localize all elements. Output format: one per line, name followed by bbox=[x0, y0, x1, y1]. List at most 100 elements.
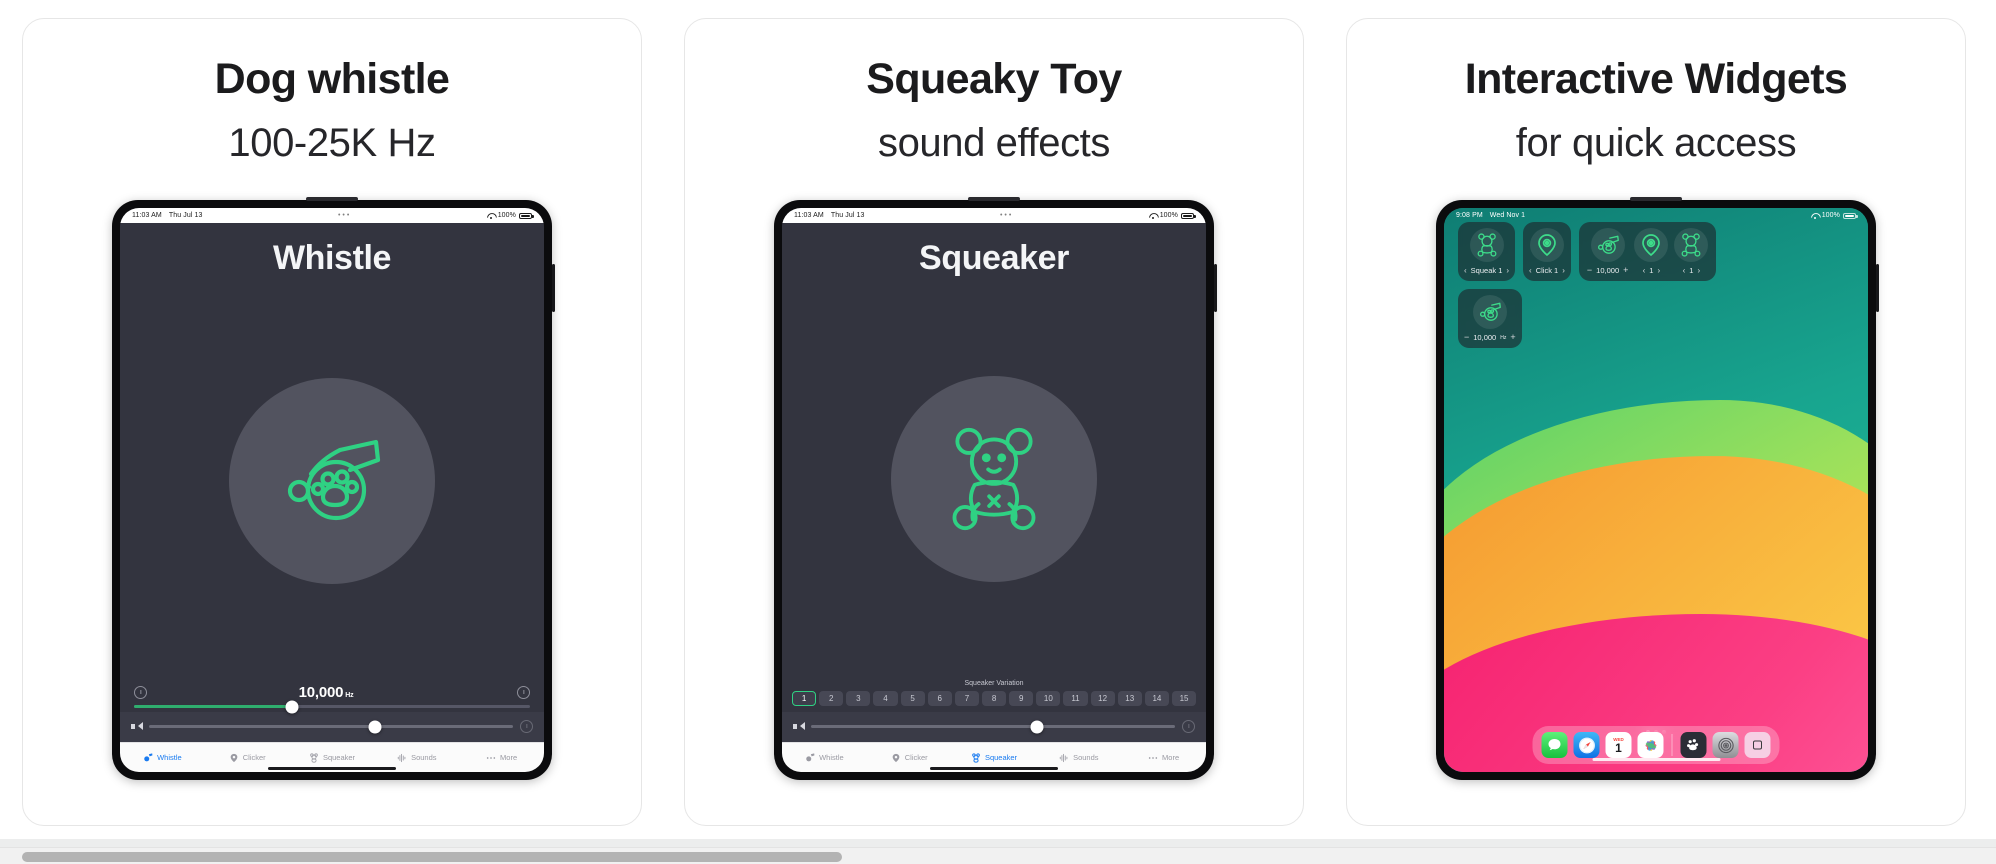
variation-chip[interactable]: 2 bbox=[819, 691, 844, 707]
dog-whistle-paw-icon bbox=[1472, 295, 1507, 330]
teddy-bear-icon bbox=[1674, 228, 1709, 263]
variation-picker: Squeaker Variation 1 2 3 4 5 6 7 8 9 10 11 12 13 14 15 bbox=[782, 680, 1206, 712]
clicker-icon bbox=[891, 753, 901, 763]
tab-clicker[interactable]: Clicker bbox=[867, 753, 952, 763]
status-dots: ••• bbox=[999, 212, 1014, 220]
variation-chip[interactable]: 13 bbox=[1117, 691, 1142, 707]
squeak-widget[interactable]: ‹ Squeak 1 › bbox=[1458, 222, 1516, 282]
wifi-icon bbox=[487, 212, 495, 220]
ipad-device-1: 11:03 AM Thu Jul 13 ••• 100% Whistle 10,… bbox=[112, 197, 555, 781]
tab-squeaker[interactable]: Squeaker bbox=[290, 753, 375, 763]
widget-unit: Hz bbox=[1500, 334, 1507, 341]
variation-chip[interactable]: 5 bbox=[900, 691, 925, 707]
prev-button[interactable]: ‹ bbox=[1643, 266, 1646, 275]
next-button[interactable]: › bbox=[1506, 266, 1509, 275]
variation-chip[interactable]: 15 bbox=[1171, 691, 1197, 707]
teddy-bear-icon bbox=[942, 425, 1046, 533]
variation-chip[interactable]: 10 bbox=[1036, 691, 1061, 707]
tab-whistle[interactable]: Whistle bbox=[782, 753, 867, 763]
tab-bar[interactable]: Whistle Clicker Squeaker Sounds More bbox=[782, 742, 1206, 773]
messages-app[interactable] bbox=[1541, 732, 1568, 759]
plus-button[interactable]: + bbox=[1510, 333, 1515, 342]
photos-app[interactable] bbox=[1637, 732, 1664, 759]
home-indicator bbox=[268, 767, 396, 771]
prev-button[interactable]: ‹ bbox=[1464, 266, 1467, 275]
tab-whistle[interactable]: Whistle bbox=[120, 753, 205, 763]
minus-button[interactable]: − bbox=[1587, 266, 1592, 275]
status-bar: 11:03 AM Thu Jul 13 ••• 100% bbox=[120, 208, 544, 224]
variation-chip[interactable]: 3 bbox=[846, 691, 871, 707]
next-button[interactable]: › bbox=[1657, 266, 1660, 275]
plus-button[interactable]: + bbox=[1623, 266, 1628, 275]
prev-button[interactable]: ‹ bbox=[1529, 266, 1532, 275]
card-title: Interactive Widgets bbox=[1464, 55, 1848, 103]
variation-chip[interactable]: 7 bbox=[954, 691, 979, 707]
card-subtitle: sound effects bbox=[877, 121, 1110, 166]
horizontal-scrollbar[interactable] bbox=[0, 847, 1996, 864]
minus-button[interactable]: − bbox=[1464, 333, 1469, 342]
info-icon[interactable] bbox=[517, 686, 530, 700]
variation-chip[interactable]: 11 bbox=[1063, 691, 1088, 707]
calendar-app[interactable]: WED 1 bbox=[1605, 732, 1632, 759]
volume-slider[interactable] bbox=[149, 720, 513, 734]
screenshot-card-3[interactable]: Interactive Widgets for quick access 9:0… bbox=[1346, 18, 1966, 826]
ipad-screen-1: 11:03 AM Thu Jul 13 ••• 100% Whistle 10,… bbox=[120, 208, 544, 773]
variation-chip[interactable]: 1 bbox=[792, 691, 817, 707]
screenshot-gallery[interactable]: Dog whistle 100-25K Hz 11:03 AM Thu Jul … bbox=[0, 0, 1996, 840]
volume-settings-icon[interactable] bbox=[520, 720, 533, 734]
app-body: Squeaker Squeaker Variation 1 2 3 4 5 6 … bbox=[782, 223, 1206, 743]
card-title: Dog whistle bbox=[214, 55, 450, 103]
variation-chip[interactable]: 9 bbox=[1009, 691, 1034, 707]
tab-label: Clicker bbox=[242, 753, 266, 763]
play-squeaker-button[interactable] bbox=[891, 376, 1097, 583]
frequency-unit: Hz bbox=[345, 692, 354, 700]
scrollbar-thumb[interactable] bbox=[22, 852, 842, 862]
status-battery-pct: 100% bbox=[1159, 212, 1178, 220]
recent-app[interactable] bbox=[1744, 732, 1771, 759]
dogwhistle-app[interactable] bbox=[1680, 732, 1707, 759]
variation-chip-row[interactable]: 1 2 3 4 5 6 7 8 9 10 11 12 13 14 15 bbox=[782, 691, 1206, 712]
clicker-widget[interactable]: ‹ Click 1 › bbox=[1523, 222, 1571, 282]
gallery-bottom-edge bbox=[0, 839, 1996, 847]
tab-sounds[interactable]: Sounds bbox=[374, 753, 459, 763]
whistle-icon bbox=[805, 753, 815, 763]
safari-app[interactable] bbox=[1573, 732, 1600, 759]
variation-chip[interactable]: 6 bbox=[927, 691, 952, 707]
variation-chip[interactable]: 12 bbox=[1090, 691, 1115, 707]
settings-app[interactable] bbox=[1712, 732, 1739, 759]
variation-chip[interactable]: 4 bbox=[873, 691, 898, 707]
tab-squeaker[interactable]: Squeaker bbox=[952, 752, 1037, 763]
variation-chip[interactable]: 8 bbox=[981, 691, 1007, 707]
prev-button[interactable]: ‹ bbox=[1683, 266, 1686, 275]
screenshot-card-2[interactable]: Squeaky Toy sound effects 11:03 AM Thu J… bbox=[684, 18, 1304, 826]
play-whistle-button[interactable] bbox=[229, 378, 435, 585]
speaker-icon bbox=[793, 722, 805, 731]
next-button[interactable]: › bbox=[1562, 266, 1565, 275]
tab-more[interactable]: More bbox=[1121, 753, 1206, 763]
tab-label: Squeaker bbox=[322, 753, 356, 763]
variation-label: Squeaker Variation bbox=[964, 680, 1024, 688]
volume-settings-icon[interactable] bbox=[1182, 720, 1195, 734]
variation-chip[interactable]: 14 bbox=[1144, 691, 1169, 707]
whistle-widget[interactable]: − 10,000 Hz + bbox=[1458, 289, 1522, 349]
tab-more[interactable]: More bbox=[459, 753, 544, 763]
dock[interactable]: WED 1 bbox=[1532, 726, 1780, 765]
home-indicator bbox=[1592, 758, 1720, 762]
frequency-slider[interactable] bbox=[134, 700, 530, 714]
app-screen-title: Whistle bbox=[272, 239, 392, 278]
tab-sounds[interactable]: Sounds bbox=[1036, 753, 1121, 763]
tab-clicker[interactable]: Clicker bbox=[205, 753, 290, 763]
tab-label: Squeaker bbox=[984, 753, 1018, 763]
camera-nub bbox=[1630, 197, 1682, 202]
waveform-icon bbox=[397, 753, 407, 763]
frequency-value: 10,000 Hz bbox=[299, 684, 354, 701]
screenshot-card-1[interactable]: Dog whistle 100-25K Hz 11:03 AM Thu Jul … bbox=[22, 18, 642, 826]
card-title: Squeaky Toy bbox=[866, 55, 1122, 103]
combo-widget[interactable]: − 10,000 + ‹ 1 › ‹ 1 › bbox=[1578, 222, 1717, 282]
status-date: Wed Nov 1 bbox=[1489, 212, 1526, 220]
next-button[interactable]: › bbox=[1697, 266, 1700, 275]
volume-slider[interactable] bbox=[811, 720, 1175, 734]
tab-bar[interactable]: Whistle Clicker Squeaker Sounds More bbox=[120, 742, 544, 773]
settings-gear-icon[interactable] bbox=[134, 686, 147, 700]
status-bar: 11:03 AM Thu Jul 13 ••• 100% bbox=[782, 208, 1206, 224]
